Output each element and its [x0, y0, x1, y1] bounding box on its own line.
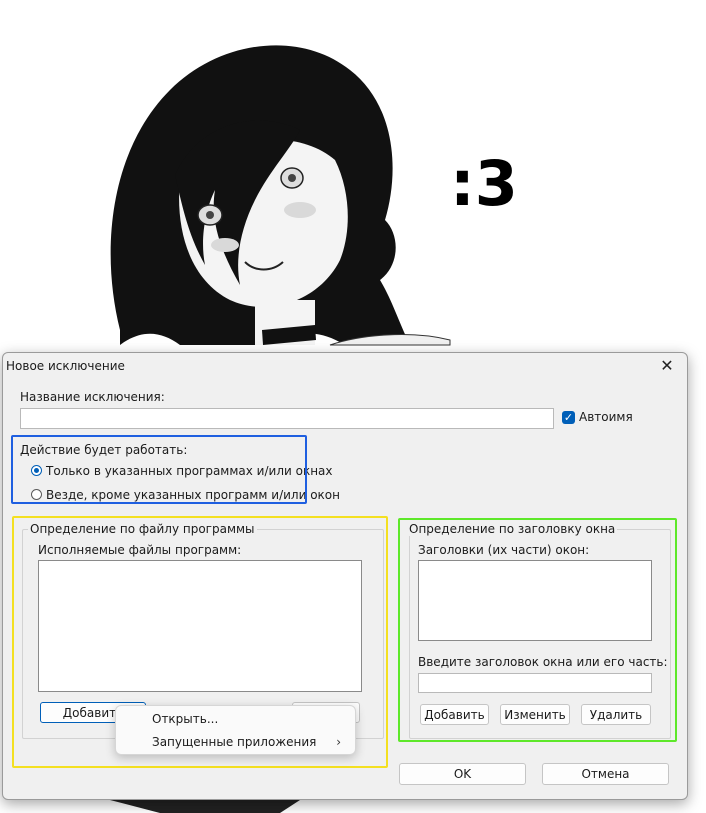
ok-button[interactable]: OK: [399, 763, 526, 785]
exception-name-input[interactable]: [21, 409, 553, 428]
enter-title-field[interactable]: [418, 673, 652, 693]
executables-list[interactable]: [38, 560, 362, 692]
radio-everywhere-except[interactable]: [31, 489, 42, 500]
close-icon[interactable]: ✕: [655, 355, 679, 377]
window-titles-list[interactable]: [418, 560, 652, 641]
menu-item-running-apps[interactable]: Запущенные приложения ›: [116, 731, 355, 753]
enter-title-input[interactable]: [419, 674, 651, 692]
action-label: Действие будет работать:: [20, 443, 188, 457]
autoname-label: Автоимя: [579, 410, 633, 424]
radio-everywhere-except-label[interactable]: Везде, кроме указанных программ и/или ок…: [46, 488, 340, 502]
window-title-group-title: Определение по заголовку окна: [407, 522, 618, 536]
executables-label: Исполняемые файлы программ:: [38, 543, 242, 557]
add-context-menu: Открыть... Запущенные приложения ›: [115, 705, 356, 755]
exception-name-field[interactable]: [20, 408, 554, 429]
window-add-button[interactable]: Добавить: [420, 704, 489, 725]
doodle-text: :3: [450, 147, 518, 220]
radio-only-specified-label[interactable]: Только в указанных программах и/или окна…: [46, 464, 333, 478]
radio-only-specified[interactable]: [31, 465, 42, 476]
enter-title-label: Введите заголовок окна или его часть:: [418, 655, 668, 669]
window-titles-label: Заголовки (их части) окон:: [418, 543, 590, 557]
menu-item-open-label: Открыть...: [152, 712, 219, 726]
dialog-title: Новое исключение: [6, 359, 125, 373]
chevron-right-icon: ›: [336, 735, 341, 749]
autoname-checkbox[interactable]: ✓: [562, 411, 575, 424]
exception-name-label: Название исключения:: [20, 390, 165, 404]
window-edit-button[interactable]: Изменить: [500, 704, 570, 725]
menu-item-open[interactable]: Открыть...: [116, 708, 355, 730]
file-definition-group-title: Определение по файлу программы: [28, 522, 257, 536]
menu-item-running-apps-label: Запущенные приложения: [152, 735, 317, 749]
window-delete-button[interactable]: Удалить: [581, 704, 651, 725]
cancel-button[interactable]: Отмена: [542, 763, 669, 785]
